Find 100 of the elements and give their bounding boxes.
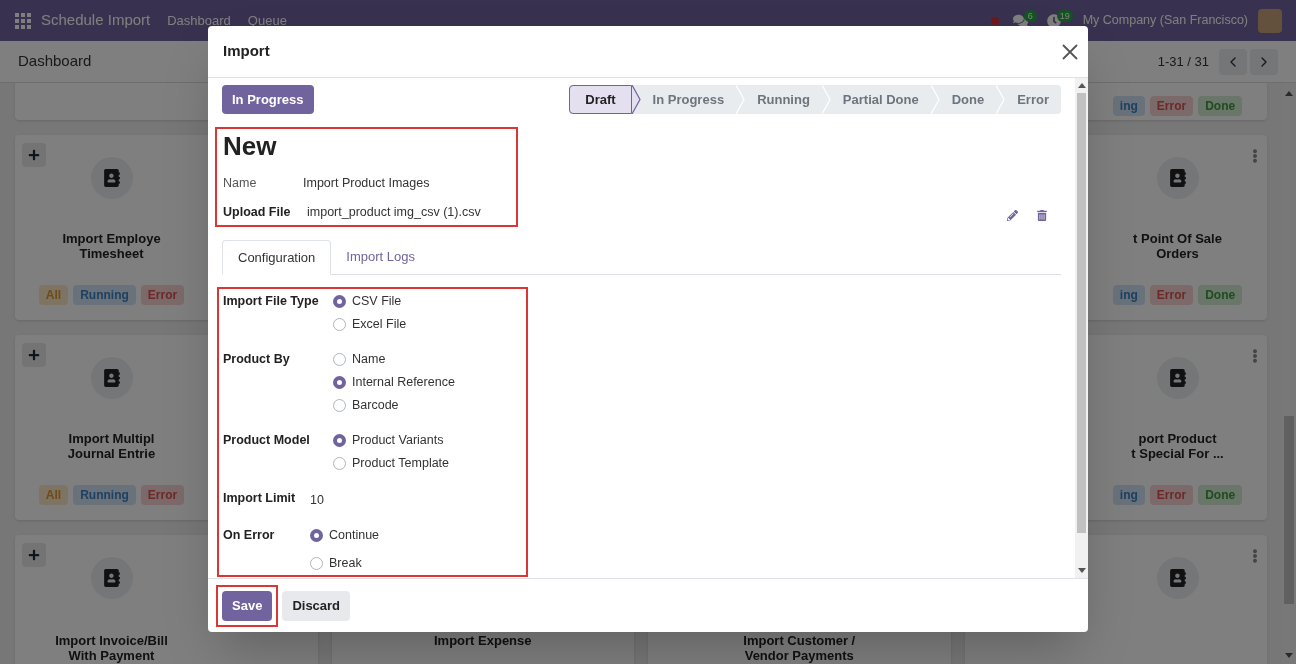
plus-icon — [28, 349, 40, 361]
status-stage[interactable]: Running — [745, 85, 822, 114]
status-tag[interactable]: Done — [1198, 285, 1243, 305]
next-button[interactable] — [1250, 48, 1278, 75]
radio-button[interactable] — [333, 376, 346, 389]
status-stage[interactable]: Error — [1005, 85, 1061, 114]
radio-label[interactable]: Product Variants — [352, 431, 444, 450]
address-book-icon — [1168, 169, 1187, 187]
radio-label[interactable]: Barcode — [352, 396, 399, 415]
address-book-icon — [102, 569, 121, 587]
field-label: On Error — [223, 527, 276, 544]
dialog-scrollbar[interactable] — [1075, 78, 1088, 578]
tab[interactable]: Import Logs — [331, 239, 430, 274]
discard-button[interactable]: Discard — [282, 590, 351, 621]
delete-icon[interactable] — [1037, 210, 1047, 221]
status-tag[interactable]: Running — [73, 485, 136, 505]
status-stage[interactable]: Partial Done — [830, 85, 931, 114]
radio-label[interactable]: CSV File — [352, 292, 402, 311]
scroll-up-icon — [1285, 91, 1293, 96]
pager-value[interactable]: 1-31 / 31 — [1157, 51, 1209, 72]
import-limit-field[interactable]: 10 — [310, 487, 324, 512]
status-stage[interactable]: Done — [939, 85, 997, 114]
radio-button[interactable] — [333, 353, 346, 366]
status-tag[interactable]: Error — [1149, 285, 1194, 305]
more-icon[interactable] — [1250, 349, 1260, 363]
plus-icon — [28, 149, 40, 161]
field-label: Product Model — [223, 432, 311, 449]
status-tag[interactable]: Error — [1149, 96, 1194, 116]
status-tag[interactable]: ing — [1112, 285, 1145, 305]
radio-label[interactable]: Continue — [329, 526, 380, 545]
field-label: Product By — [223, 351, 291, 368]
name-field[interactable]: Import Product Images — [303, 174, 430, 193]
status-tag[interactable]: Done — [1198, 485, 1243, 505]
card-title: Journal Entrie — [67, 446, 156, 461]
dialog-title: Import — [223, 41, 270, 62]
save-button[interactable]: Save — [222, 590, 273, 621]
messages-button[interactable]: 6 — [1012, 13, 1037, 28]
status-tag[interactable]: Error — [140, 485, 185, 505]
menu-item[interactable]: Dashboard — [167, 10, 231, 31]
card-title: Timesheet — [79, 246, 144, 261]
field-label: Import File Type — [223, 293, 320, 310]
radio-label[interactable]: Product Template — [352, 454, 450, 473]
status-tag[interactable]: ing — [1112, 96, 1145, 116]
breadcrumb[interactable]: Dashboard — [18, 50, 92, 73]
tab[interactable]: Configuration — [222, 240, 332, 275]
field-label: Upload File — [223, 203, 292, 221]
address-book-icon — [102, 369, 121, 387]
field-label: Import Limit — [223, 490, 297, 507]
menu-item[interactable]: Queue — [247, 10, 287, 31]
card-title: Import Multipl — [68, 431, 155, 446]
message-count: 6 — [1023, 9, 1037, 22]
recording-indicator-icon — [990, 16, 999, 25]
card-title: t Point Of Sale — [1133, 231, 1222, 246]
radio-button[interactable] — [310, 557, 323, 570]
status-tag[interactable]: ing — [1112, 485, 1145, 505]
card-title: With Payment — [68, 648, 155, 663]
card-title: Import Employe — [62, 231, 161, 246]
status-tag[interactable]: Error — [1149, 485, 1194, 505]
status-tag[interactable]: Error — [140, 285, 185, 305]
address-book-icon — [102, 169, 121, 187]
add-button[interactable] — [22, 143, 46, 167]
file-name[interactable]: import_product img_csv (1).csv — [307, 202, 481, 222]
radio-button[interactable] — [333, 295, 346, 308]
radio-button[interactable] — [310, 529, 323, 542]
card-title: Vendor Payments — [744, 648, 854, 663]
record-title: New — [223, 130, 278, 162]
radio-label[interactable]: Break — [329, 554, 362, 573]
radio-button[interactable] — [333, 399, 346, 412]
more-icon[interactable] — [1250, 549, 1260, 563]
scroll-down-icon — [1077, 568, 1086, 573]
address-book-icon — [1168, 569, 1187, 587]
previous-button[interactable] — [1219, 48, 1247, 75]
status-stage[interactable]: In Progress — [640, 85, 737, 114]
card-title: port Product — [1138, 431, 1217, 446]
card-title: Orders — [1156, 246, 1199, 261]
status-tag[interactable]: Running — [73, 285, 136, 305]
close-icon[interactable] — [1062, 43, 1078, 60]
address-book-icon — [1168, 369, 1187, 387]
radio-button[interactable] — [333, 318, 346, 331]
more-icon[interactable] — [1250, 149, 1260, 163]
company-name[interactable]: My Company (San Francisco) — [1082, 11, 1248, 30]
avatar-placeholder[interactable] — [1258, 8, 1282, 33]
plus-icon — [28, 549, 40, 561]
radio-label[interactable]: Internal Reference — [352, 373, 455, 392]
status-tag[interactable]: Done — [1198, 96, 1243, 116]
radio-button[interactable] — [333, 434, 346, 447]
apps-menu-icon[interactable] — [15, 12, 31, 29]
add-button[interactable] — [22, 343, 46, 367]
card-title: Import Invoice/Bill — [55, 633, 168, 648]
card-title: t Special For ... — [1131, 446, 1224, 461]
scroll-down-icon — [1285, 653, 1293, 658]
edit-icon[interactable] — [1007, 210, 1018, 221]
radio-label[interactable]: Name — [352, 350, 386, 369]
card-title: Import Expense — [434, 633, 532, 648]
radio-button[interactable] — [333, 457, 346, 470]
add-button[interactable] — [22, 543, 46, 567]
field-label: Name — [223, 175, 258, 192]
radio-label[interactable]: Excel File — [352, 315, 407, 334]
app-name[interactable]: Schedule Import — [41, 9, 151, 32]
status-button[interactable]: In Progress — [222, 85, 314, 114]
